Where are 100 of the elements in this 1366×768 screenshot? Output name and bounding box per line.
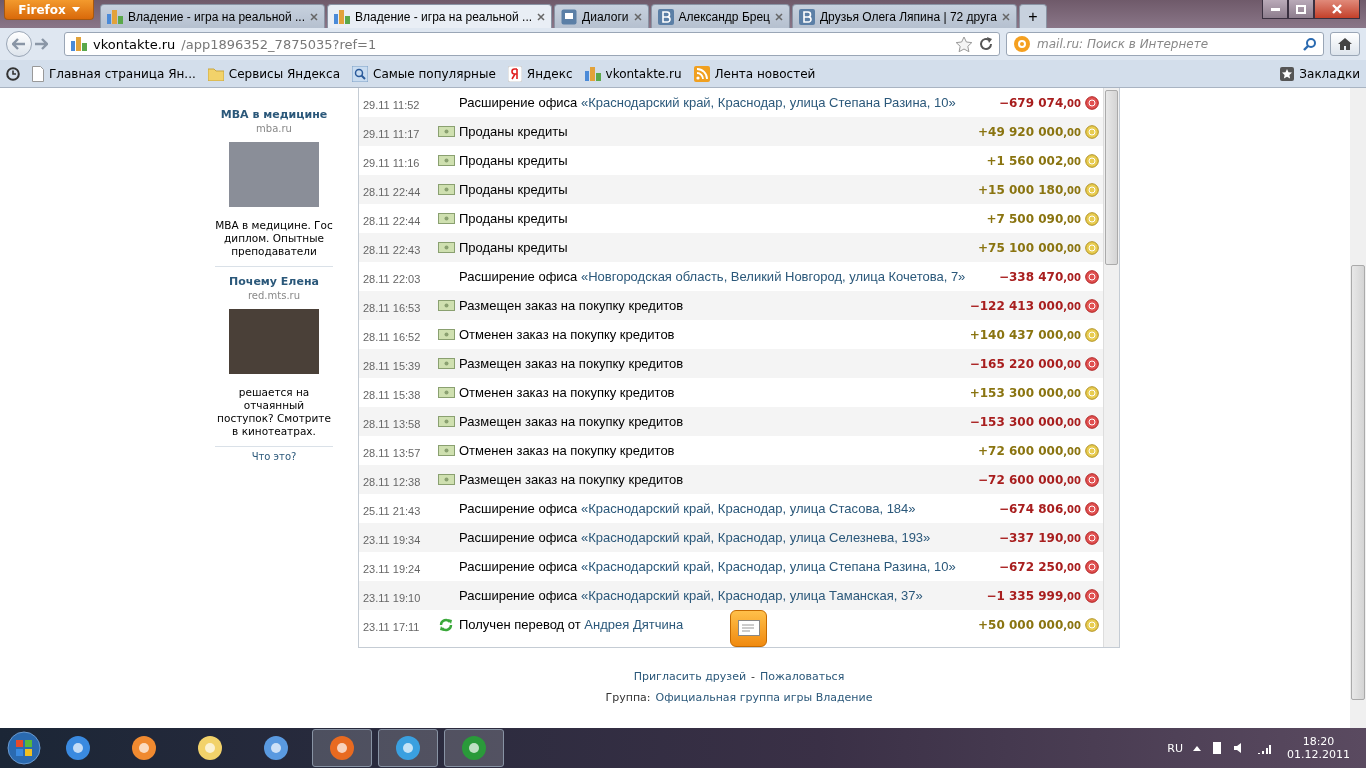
amount-value: +140 437 000,00 bbox=[969, 327, 1081, 342]
search-icon[interactable] bbox=[1303, 37, 1317, 51]
time-cell-text: 29.11 11:17 bbox=[363, 126, 421, 140]
taskbar-button[interactable] bbox=[312, 729, 372, 767]
magnifier-icon bbox=[352, 65, 368, 82]
minimize-button[interactable] bbox=[1262, 0, 1288, 19]
back-button[interactable] bbox=[6, 31, 32, 57]
buildings-icon bbox=[71, 37, 87, 51]
close-icon[interactable] bbox=[633, 12, 642, 21]
ad-text: решается на отчаянный поступок? Смотрите в кинотеатрах. bbox=[216, 386, 332, 438]
time-cell-text: 23.11 17:11 bbox=[363, 619, 421, 633]
star-icon[interactable] bbox=[955, 35, 973, 53]
clock-date[interactable]: 01.12.2011 bbox=[1287, 748, 1350, 761]
amount-value: −338 470,00 bbox=[998, 269, 1081, 284]
star-icon bbox=[1280, 66, 1295, 81]
banknote-icon bbox=[437, 416, 455, 427]
transaction-link[interactable]: «Краснодарский край, Краснодар, улица Стасова, 184» bbox=[580, 501, 916, 516]
group-label: Группа: bbox=[605, 691, 651, 704]
buildings-icon bbox=[584, 66, 601, 81]
maximize-button[interactable] bbox=[1288, 0, 1314, 19]
minimize-icon bbox=[1270, 7, 1280, 11]
ads-help-link[interactable]: Что это? bbox=[251, 451, 297, 462]
transaction-link[interactable]: «Краснодарский край, Краснодар, улица Степана Разина, 10» bbox=[580, 95, 956, 110]
caret-icon[interactable] bbox=[1193, 745, 1201, 751]
floating-app-icon[interactable] bbox=[730, 610, 767, 647]
close-icon[interactable] bbox=[775, 12, 783, 21]
clock-time[interactable]: 18:20 bbox=[1302, 735, 1335, 748]
close-icon[interactable] bbox=[537, 12, 546, 21]
caret-icon bbox=[71, 7, 80, 12]
transaction-description: Проданы кредиты bbox=[459, 211, 569, 226]
transaction-description: Размещен заказ на покупку кредитов bbox=[459, 356, 685, 371]
close-button[interactable] bbox=[1314, 0, 1360, 19]
transaction-description: Расширение офиса «Краснодарский край, Краснодар, улица Стасова, 184» bbox=[459, 501, 917, 516]
clock-icon[interactable] bbox=[6, 66, 20, 81]
browser-tab[interactable]: Александр Брец bbox=[650, 4, 790, 28]
close-icon[interactable] bbox=[310, 12, 319, 21]
start-orb-icon[interactable] bbox=[6, 730, 42, 766]
browser-tab[interactable]: Владение - игра на реальной ... bbox=[100, 4, 326, 28]
amount-value: +49 920 000,00 bbox=[978, 124, 1081, 139]
browser-tab[interactable]: Друзья Олега Ляпина | 72 друга bbox=[792, 4, 1017, 28]
banknote-icon bbox=[437, 184, 455, 195]
transaction-description: Проданы кредиты bbox=[459, 240, 569, 255]
transaction-description: Получен перевод от Андрея Дятчина bbox=[459, 617, 685, 632]
transaction-description: Размещен заказ на покупку кредитов bbox=[459, 298, 685, 313]
transaction-description: Расширение офиса «Краснодарский край, Краснодар, улица Степана Разина, 10» bbox=[459, 95, 957, 110]
bookmark-link[interactable]: Сервисы Яндекса bbox=[207, 66, 340, 81]
ad-title-link[interactable]: Почему Елена bbox=[229, 275, 319, 288]
house-icon bbox=[1337, 37, 1353, 51]
search-bar[interactable]: mail.ru: Поиск в Интернете bbox=[1006, 32, 1324, 56]
time-cell-text: 28.11 16:52 bbox=[363, 329, 422, 343]
signal-bars-icon[interactable] bbox=[1257, 742, 1271, 754]
banknote-icon bbox=[437, 213, 455, 224]
close-icon bbox=[1332, 4, 1342, 14]
transaction-link[interactable]: «Краснодарский край, Краснодар, улица Селезнева, 193» bbox=[580, 530, 931, 545]
home-button[interactable] bbox=[1330, 32, 1360, 56]
amount-value: +153 300 000,00 bbox=[969, 385, 1081, 400]
transaction-link[interactable]: Андрея Дятчина bbox=[584, 617, 684, 632]
bookmark-link[interactable]: Яндекс bbox=[507, 65, 573, 82]
transaction-link[interactable]: «Краснодарский край, Краснодар, улица Степана Разина, 10» bbox=[580, 559, 956, 574]
table-scrollbar[interactable] bbox=[1103, 88, 1119, 647]
amount-value: +1 560 002,00 bbox=[986, 153, 1081, 168]
scroll-thumb[interactable] bbox=[1105, 90, 1118, 265]
transaction-description: Расширение офиса «Краснодарский край, Краснодар, улица Таманская, 37» bbox=[459, 588, 924, 603]
time-cell-text: 28.11 12:38 bbox=[363, 474, 422, 488]
taskbar-button[interactable] bbox=[378, 729, 438, 767]
time-cell-text: 28.11 22:44 bbox=[363, 213, 422, 227]
new-tab-button[interactable]: + bbox=[1018, 4, 1047, 28]
address-field[interactable]: vkontakte.ru /app1896352_7875035?ref=1 bbox=[64, 32, 1000, 56]
group-link[interactable]: Официальная группа игры Владение bbox=[655, 691, 873, 704]
transaction-link[interactable]: «Новгородская область, Великий Новгород, улица Кочетова, 7» bbox=[580, 269, 966, 284]
time-cell-text: 28.11 15:38 bbox=[363, 387, 422, 401]
bookmark-link[interactable]: Лента новостей bbox=[693, 65, 816, 82]
taskbar-button[interactable] bbox=[444, 729, 504, 767]
page-scrollbar[interactable] bbox=[1350, 88, 1366, 728]
device-icon[interactable] bbox=[1211, 741, 1223, 755]
ad-text: MBA в медицине. Гос диплом. Опытные преподаватели bbox=[215, 219, 333, 258]
transaction-description: Расширение офиса «Краснодарский край, Краснодар, улица Степана Разина, 10» bbox=[459, 559, 957, 574]
bookmark-link[interactable]: vkontakte.ru bbox=[584, 66, 682, 81]
report-link[interactable]: Пожаловаться bbox=[760, 670, 845, 683]
bookmark-link[interactable]: Главная страница Ян... bbox=[32, 65, 196, 82]
time-cell-text: 25.11 21:43 bbox=[363, 503, 422, 517]
transaction-description: Размещен заказ на покупку кредитов bbox=[459, 414, 685, 429]
close-icon[interactable] bbox=[1001, 12, 1010, 21]
time-cell-text: 23.11 19:24 bbox=[363, 561, 422, 575]
banknote-icon bbox=[437, 329, 455, 340]
browser-tab[interactable]: Диалоги bbox=[554, 4, 649, 28]
amount-value: +50 000 000,00 bbox=[978, 617, 1081, 632]
invite-friends-link[interactable]: Пригласить друзей bbox=[633, 670, 747, 683]
bookmarks-menu[interactable]: Закладки bbox=[1280, 66, 1360, 81]
browser-tab[interactable]: Владение - игра на реальной ... bbox=[327, 4, 553, 28]
language-indicator[interactable]: RU bbox=[1167, 741, 1183, 755]
ad-title-link[interactable]: MBA в медицине bbox=[220, 108, 328, 121]
reload-icon[interactable] bbox=[979, 37, 993, 51]
transaction-link[interactable]: «Краснодарский край, Краснодар, улица Таманская, 37» bbox=[580, 588, 923, 603]
scroll-thumb[interactable] bbox=[1351, 265, 1365, 700]
amount-value: −337 190,00 bbox=[998, 530, 1081, 545]
transaction-description: Размещен заказ на покупку кредитов bbox=[459, 472, 685, 487]
amount-value: −679 074,00 bbox=[998, 95, 1081, 110]
time-cell-text: 28.11 22:43 bbox=[363, 242, 422, 256]
bookmark-link[interactable]: Самые популярные bbox=[352, 65, 496, 82]
